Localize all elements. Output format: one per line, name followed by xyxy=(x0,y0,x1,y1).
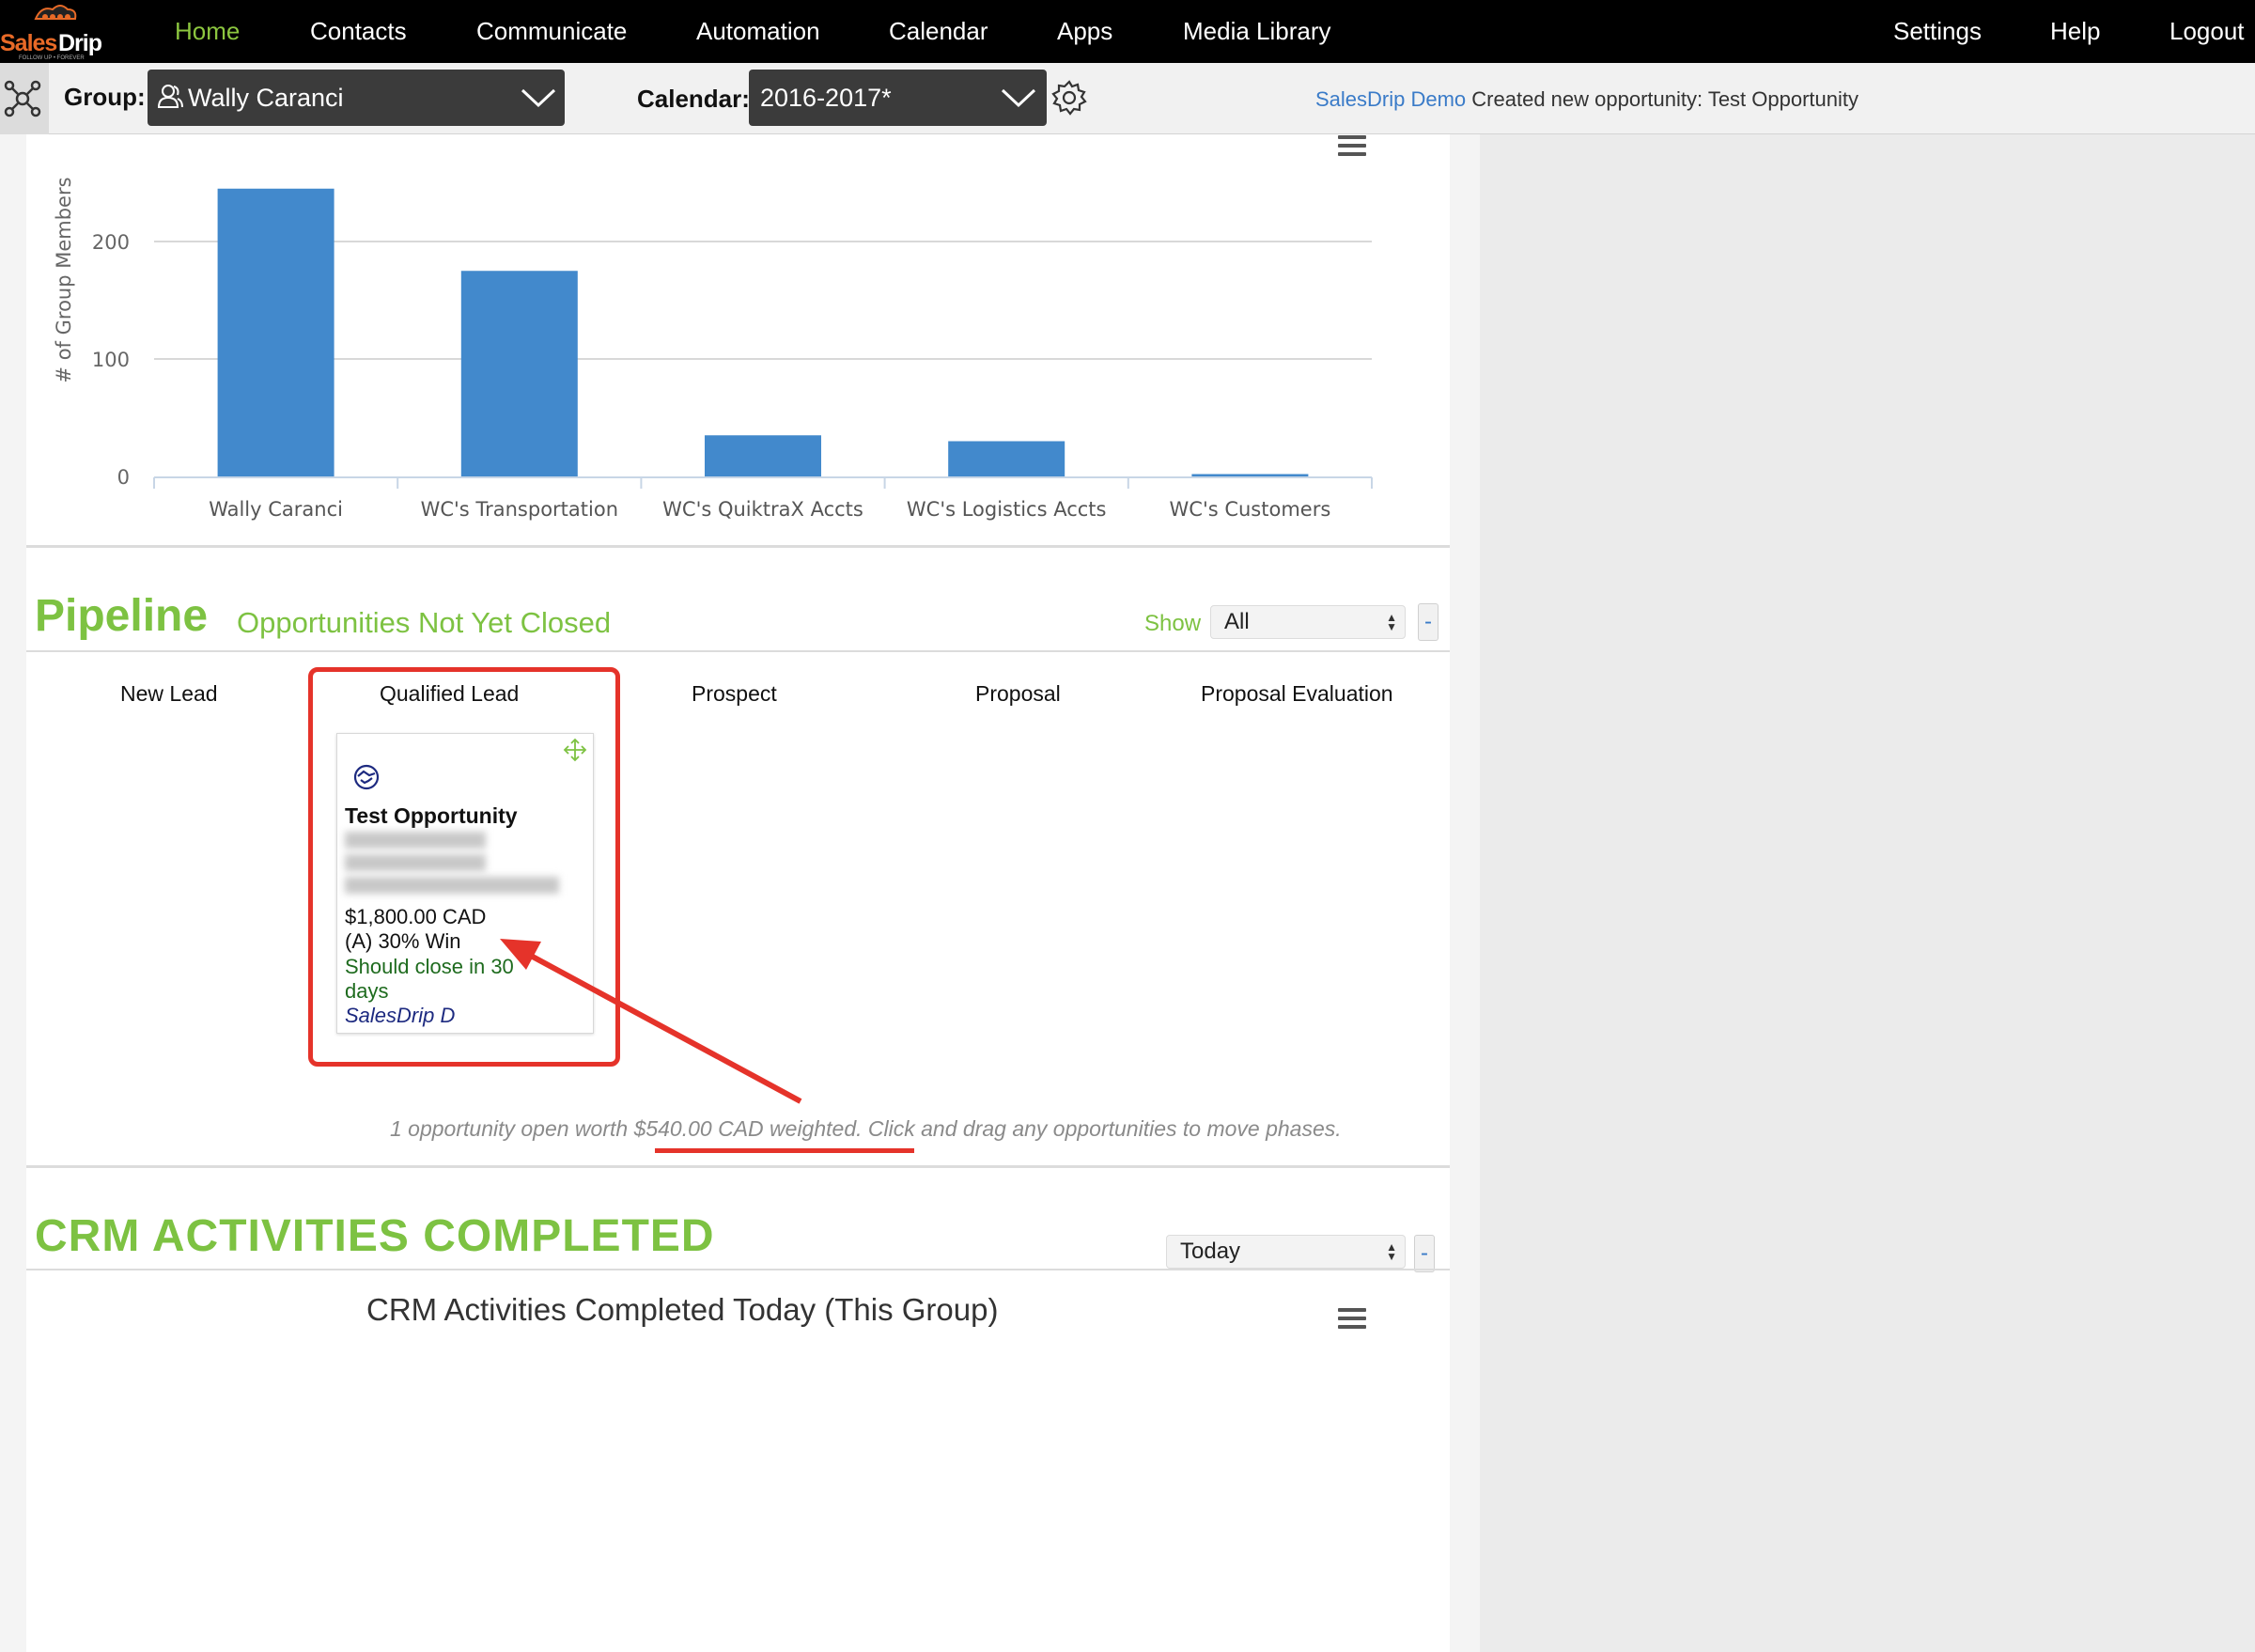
x-tick-label: WC's Customers xyxy=(1170,498,1331,521)
network-toggle-button[interactable] xyxy=(0,63,49,134)
logo-drops-icon: Sales Drip FOLLOW UP • FOREVER xyxy=(0,5,103,61)
chevron-down-icon xyxy=(521,88,556,108)
nav-logout[interactable]: Logout xyxy=(2169,0,2245,63)
nav-home[interactable]: Home xyxy=(175,0,240,63)
phase-prospect: Prospect xyxy=(692,681,777,706)
pipeline-summary: 1 opportunity open worth $540.00 CAD wei… xyxy=(390,1116,1342,1142)
bar[interactable] xyxy=(1191,474,1309,477)
select-arrows-icon: ▲ ▼ xyxy=(1386,611,1397,633)
y-tick-label: 100 xyxy=(92,349,130,371)
pipeline-subtitle: Opportunities Not Yet Closed xyxy=(237,606,612,639)
panel-divider xyxy=(26,545,1450,548)
y-tick-label: 0 xyxy=(117,466,130,489)
crm-range-value: Today xyxy=(1180,1239,1241,1264)
select-arrows-icon: ▲ ▼ xyxy=(1386,1240,1397,1263)
pipeline-weighted-total: $540.00 CAD weighted xyxy=(633,1116,857,1141)
pipeline-collapse-button[interactable]: - xyxy=(1418,603,1439,641)
group-users-icon xyxy=(157,85,183,108)
x-tick-label: Wally Caranci xyxy=(209,498,343,521)
nav-media-library[interactable]: Media Library xyxy=(1183,0,1331,63)
chevron-down-icon xyxy=(1001,88,1036,108)
bar[interactable] xyxy=(948,441,1065,477)
pipeline-header-divider xyxy=(26,650,1450,652)
notice-user-link[interactable]: SalesDrip Demo xyxy=(1315,87,1466,111)
bar[interactable] xyxy=(460,271,578,476)
bar[interactable] xyxy=(217,188,334,476)
nav-automation[interactable]: Automation xyxy=(696,0,820,63)
calendar-label: Calendar: xyxy=(637,85,750,113)
nav-contacts[interactable]: Contacts xyxy=(310,0,407,63)
nav-calendar[interactable]: Calendar xyxy=(889,0,988,63)
x-tick-label: WC's Transportation xyxy=(421,498,618,521)
show-label: Show xyxy=(1144,611,1202,636)
annotation-underline xyxy=(655,1148,914,1153)
x-tick-label: WC's Logistics Accts xyxy=(907,498,1107,521)
svg-text:Drip: Drip xyxy=(58,30,102,56)
show-filter-value: All xyxy=(1224,609,1250,634)
phase-new-lead: New Lead xyxy=(120,681,218,706)
pipeline-title: Pipeline xyxy=(35,591,209,641)
page-gutter-right xyxy=(1450,134,1480,1652)
chart-y-labels: 0 100 200 xyxy=(92,231,130,489)
notice-text: Created new opportunity: Test Opportunit… xyxy=(1466,87,1858,111)
network-icon xyxy=(4,80,41,117)
crm-chart-title: CRM Activities Completed Today (This Gro… xyxy=(366,1292,999,1327)
page-gutter-left xyxy=(0,134,26,1652)
activity-notice: SalesDrip Demo Created new opportunity: … xyxy=(1315,87,1858,112)
annotation-arrow-icon xyxy=(500,939,802,1104)
bar[interactable] xyxy=(705,435,821,476)
crm-collapse-button[interactable]: - xyxy=(1414,1235,1435,1272)
crm-activities-title: CRM ACTIVITIES COMPLETED xyxy=(35,1211,715,1261)
logo-tagline: FOLLOW UP • FOREVER xyxy=(19,55,85,61)
group-members-bar-chart: # of Group Members Wally Caranci WC's Tra… xyxy=(53,177,1373,521)
crm-chart-menu-icon[interactable] xyxy=(1338,1308,1366,1333)
right-side-panel xyxy=(1480,134,2255,1652)
group-select-value: Wally Caranci xyxy=(188,84,344,112)
crm-range-select[interactable]: Today ▲ ▼ xyxy=(1166,1235,1406,1269)
chart-x-labels: Wally Caranci WC's Transportation WC's Qui… xyxy=(209,498,1330,521)
x-tick-label: WC's QuiktraX Accts xyxy=(662,498,863,521)
y-axis-label: # of Group Members xyxy=(53,177,75,382)
nav-settings[interactable]: Settings xyxy=(1893,0,1982,63)
calendar-select-value: 2016-2017* xyxy=(760,84,892,112)
group-select[interactable]: Wally Caranci xyxy=(148,70,565,126)
crm-header-divider xyxy=(26,1269,1450,1270)
nav-communicate[interactable]: Communicate xyxy=(476,0,627,63)
nav-apps[interactable]: Apps xyxy=(1057,0,1112,63)
chart-bars xyxy=(217,188,1309,477)
svg-text:Sales: Sales xyxy=(0,30,56,56)
phase-proposal: Proposal xyxy=(975,681,1061,706)
salesdrip-logo[interactable]: Sales Drip FOLLOW UP • FOREVER xyxy=(0,0,117,63)
nav-help[interactable]: Help xyxy=(2050,0,2100,63)
calendar-select[interactable]: 2016-2017* xyxy=(749,70,1047,126)
show-filter-select[interactable]: All ▲ ▼ xyxy=(1210,605,1406,639)
gear-icon[interactable] xyxy=(1050,79,1088,117)
panel-divider xyxy=(26,1165,1450,1168)
y-tick-label: 200 xyxy=(92,231,130,254)
pipeline-summary-prefix: 1 opportunity open worth xyxy=(390,1116,634,1141)
pipeline-summary-suffix: . Click and drag any opportunities to mo… xyxy=(856,1116,1342,1141)
group-label: Group: xyxy=(64,83,146,111)
phase-proposal-evaluation: Proposal Evaluation xyxy=(1201,681,1393,706)
